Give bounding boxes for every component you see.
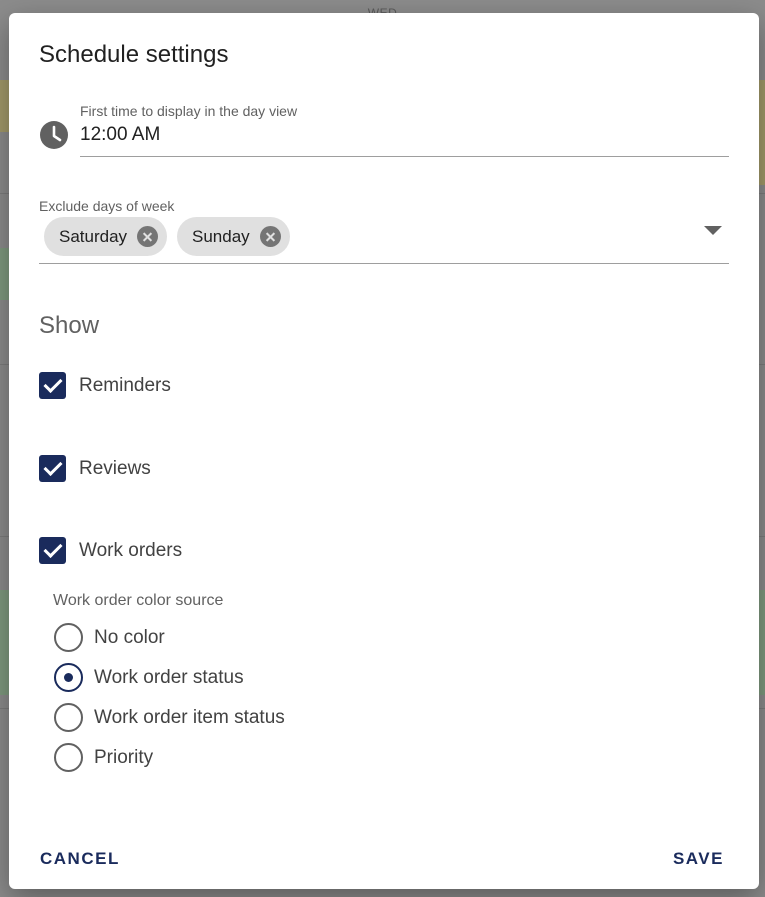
radio-option-no-color[interactable]: No color — [54, 623, 165, 652]
radio-label: Priority — [94, 746, 154, 768]
radio-option-priority[interactable]: Priority — [54, 743, 153, 772]
dialog-title: Schedule settings — [39, 41, 229, 68]
first-time-input[interactable]: 12:00 AM — [80, 124, 160, 146]
chip-label: Saturday — [59, 226, 128, 246]
exclude-days-underline — [39, 263, 729, 264]
chip-sunday: Sunday — [177, 217, 290, 256]
checkbox-label: Reminders — [79, 374, 171, 396]
checkbox-label: Work orders — [79, 539, 183, 561]
chip-saturday: Saturday — [44, 217, 168, 256]
reminders-checkbox[interactable] — [39, 372, 66, 399]
clock-icon — [40, 121, 68, 149]
radio-label: Work order status — [94, 666, 244, 688]
reminders-checkbox-row[interactable]: Reminders — [39, 372, 171, 399]
remove-chip-icon[interactable] — [137, 226, 159, 247]
radio-label: Work order item status — [94, 706, 285, 728]
radio-button-selected[interactable] — [54, 663, 83, 692]
radio-option-work-order-status[interactable]: Work order status — [54, 663, 244, 692]
show-heading: Show — [39, 312, 100, 339]
work-orders-checkbox[interactable] — [39, 537, 66, 564]
reviews-checkbox[interactable] — [39, 455, 66, 482]
cancel-button[interactable]: CANCEL — [40, 849, 120, 869]
schedule-settings-dialog: Schedule settings First time to display … — [9, 13, 759, 889]
radio-label: No color — [94, 626, 165, 648]
time-field-underline — [80, 156, 729, 157]
radio-button[interactable] — [54, 703, 83, 732]
save-button[interactable]: SAVE — [673, 849, 724, 869]
time-field-label: First time to display in the day view — [80, 103, 298, 119]
work-orders-checkbox-row[interactable]: Work orders — [39, 537, 182, 564]
remove-chip-icon[interactable] — [259, 226, 281, 247]
color-source-label: Work order color source — [53, 592, 224, 609]
dropdown-arrow-icon[interactable] — [704, 226, 722, 235]
reviews-checkbox-row[interactable]: Reviews — [39, 455, 151, 482]
exclude-days-label: Exclude days of week — [39, 198, 175, 214]
chip-label: Sunday — [192, 226, 250, 246]
radio-button[interactable] — [54, 743, 83, 772]
radio-button[interactable] — [54, 623, 83, 652]
checkbox-label: Reviews — [79, 457, 151, 479]
radio-option-work-order-item-status[interactable]: Work order item status — [54, 703, 285, 732]
